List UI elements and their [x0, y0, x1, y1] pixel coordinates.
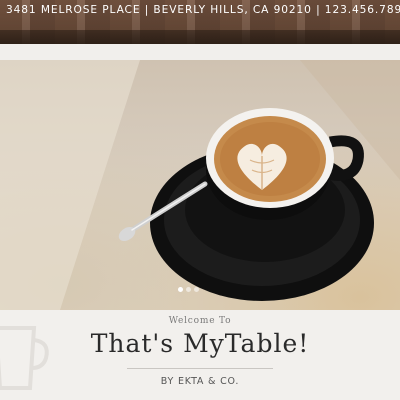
site-title: That's MyTable! — [90, 329, 310, 358]
coffee-cup-image — [0, 60, 400, 310]
header-gap — [0, 44, 400, 60]
title-divider — [127, 368, 273, 369]
slider-dot-1[interactable] — [178, 287, 183, 292]
welcome-kicker: Welcome To — [168, 316, 232, 326]
slider-dots — [178, 287, 199, 292]
byline: BY EKTA & CO. — [160, 376, 240, 387]
address-text: 3481 MELROSE PLACE | BEVERLY HILLS, CA 9… — [6, 4, 400, 16]
slider-dot-3[interactable] — [194, 287, 199, 292]
top-address-bar: 3481 MELROSE PLACE | BEVERLY HILLS, CA 9… — [0, 0, 400, 44]
hero-slider[interactable] — [0, 60, 400, 310]
slider-dot-2[interactable] — [186, 287, 191, 292]
top-bar-shade — [0, 30, 400, 44]
